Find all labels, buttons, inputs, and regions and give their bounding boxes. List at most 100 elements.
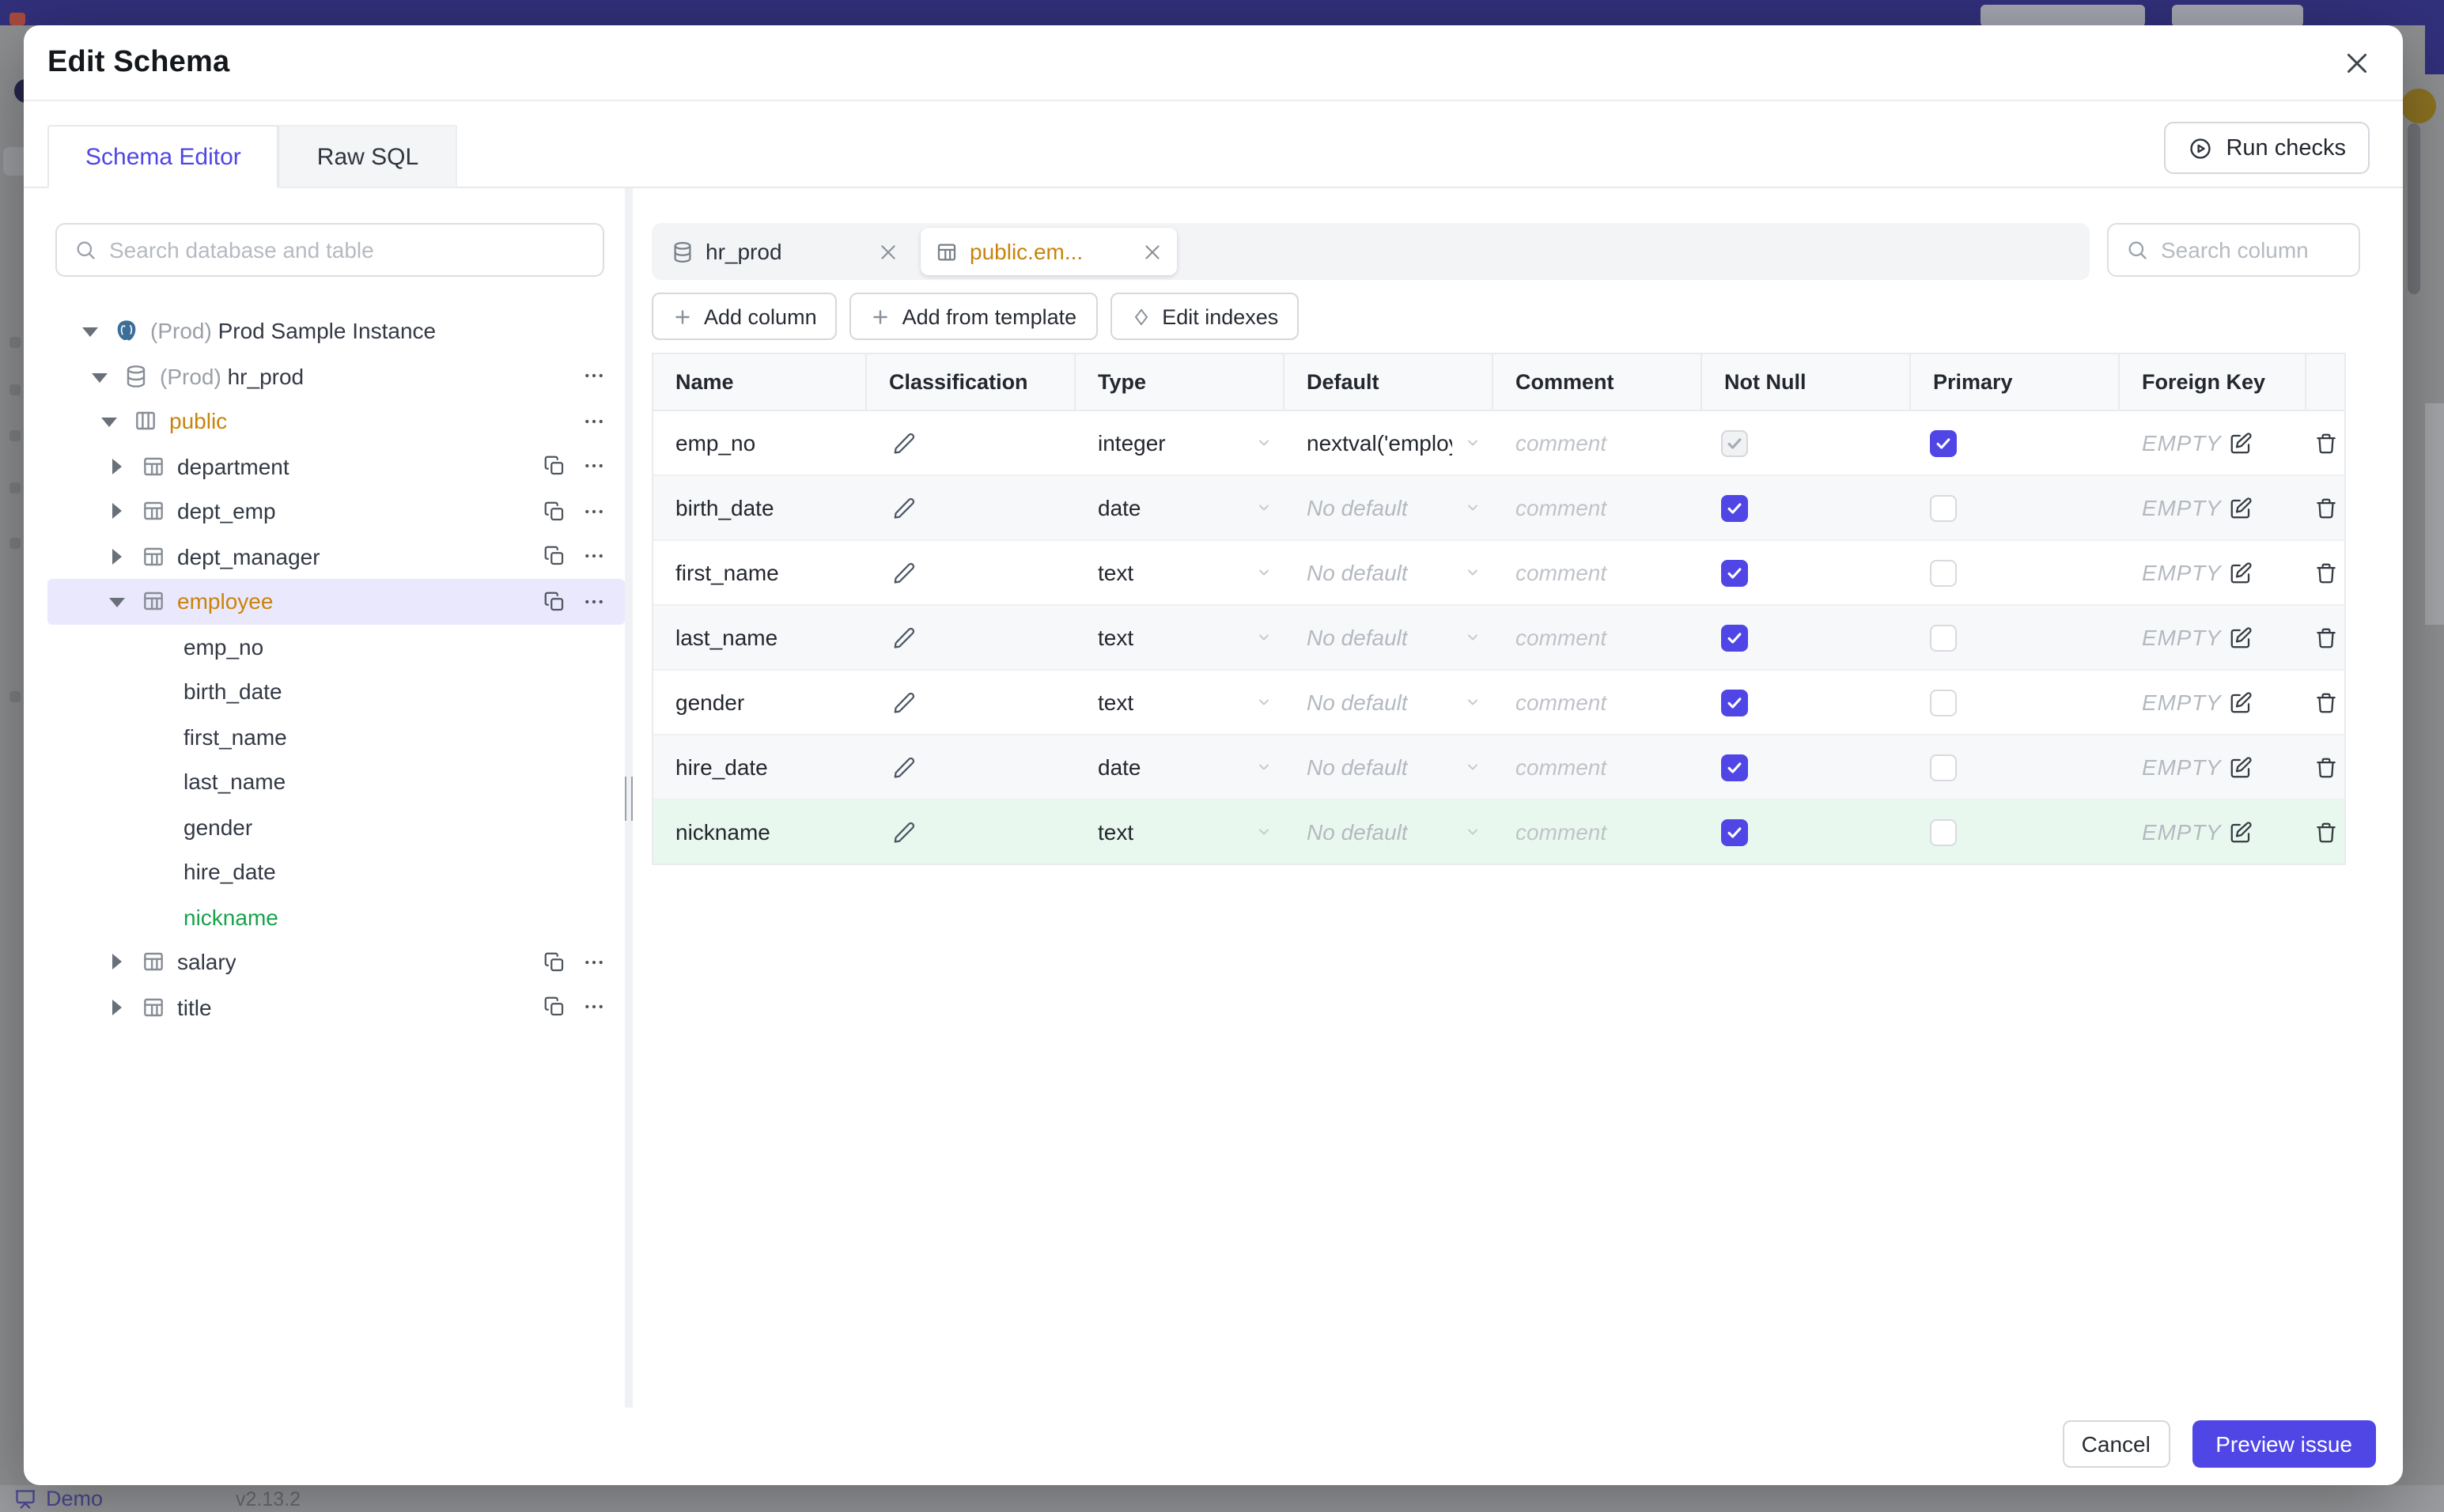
edit-indexes-button[interactable]: Edit indexes xyxy=(1110,293,1300,340)
tree-search-input[interactable] xyxy=(109,237,603,263)
tree-item-title[interactable]: title xyxy=(47,985,625,1030)
edit-foreign-key-icon[interactable] xyxy=(2229,431,2253,455)
caret-down-icon[interactable] xyxy=(101,414,117,429)
default-select[interactable]: No default xyxy=(1284,541,1493,604)
caret-down-icon[interactable] xyxy=(109,594,125,610)
delete-column-icon[interactable] xyxy=(2313,626,2337,649)
tree-item-public[interactable]: public xyxy=(47,399,625,444)
tree-item-emp_no[interactable]: emp_no xyxy=(47,624,625,669)
delete-column-icon[interactable] xyxy=(2313,755,2337,779)
tree-item-birth_date[interactable]: birth_date xyxy=(47,669,625,714)
edit-foreign-key-icon[interactable] xyxy=(2229,496,2253,520)
delete-column-icon[interactable] xyxy=(2313,820,2337,844)
tree-item-Prod Sample Instance[interactable]: (Prod) Prod Sample Instance xyxy=(47,308,625,353)
run-checks-button[interactable]: Run checks xyxy=(2164,122,2370,174)
tab-schema-editor[interactable]: Schema Editor xyxy=(47,125,279,188)
caret-right-icon[interactable] xyxy=(109,999,125,1015)
default-select[interactable]: No default xyxy=(1284,671,1493,734)
column-name-cell[interactable]: hire_date xyxy=(653,735,867,799)
tree-item-dept_emp[interactable]: dept_emp xyxy=(47,489,625,534)
pencil-icon[interactable] xyxy=(892,431,916,455)
column-name-cell[interactable]: emp_no xyxy=(653,411,867,474)
preview-issue-button[interactable]: Preview issue xyxy=(2192,1420,2376,1468)
default-select[interactable]: No default xyxy=(1284,800,1493,864)
add-from-template-button[interactable]: Add from template xyxy=(849,293,1098,340)
delete-column-icon[interactable] xyxy=(2313,431,2337,455)
column-name-cell[interactable]: last_name xyxy=(653,606,867,669)
primary-checkbox[interactable] xyxy=(1930,754,1957,781)
close-tab-icon[interactable] xyxy=(1142,241,1163,262)
more-options-icon[interactable] xyxy=(582,410,606,433)
more-options-icon[interactable] xyxy=(582,455,606,478)
pencil-icon[interactable] xyxy=(892,820,916,844)
tree-item-gender[interactable]: gender xyxy=(47,804,625,849)
pencil-icon[interactable] xyxy=(892,690,916,714)
edit-foreign-key-icon[interactable] xyxy=(2229,820,2253,844)
primary-checkbox[interactable] xyxy=(1930,429,1957,456)
more-options-icon[interactable] xyxy=(582,545,606,569)
tree-item-hr_prod[interactable]: (Prod) hr_prod xyxy=(47,353,625,399)
add-column-button[interactable]: Add column xyxy=(652,293,838,340)
more-options-icon[interactable] xyxy=(582,500,606,524)
default-select[interactable]: nextval('employ xyxy=(1284,411,1493,474)
close-tab-icon[interactable] xyxy=(878,241,899,262)
type-select[interactable]: date xyxy=(1076,735,1284,799)
delete-column-icon[interactable] xyxy=(2313,690,2337,714)
close-icon[interactable] xyxy=(2343,49,2371,77)
caret-right-icon[interactable] xyxy=(109,458,125,474)
tree-item-salary[interactable]: salary xyxy=(47,939,625,985)
edit-foreign-key-icon[interactable] xyxy=(2229,755,2253,779)
panel-resize-handle[interactable] xyxy=(625,188,633,1408)
not-null-checkbox[interactable] xyxy=(1721,754,1748,781)
tree-item-department[interactable]: department xyxy=(47,444,625,489)
default-select[interactable]: No default xyxy=(1284,735,1493,799)
pencil-icon[interactable] xyxy=(892,626,916,649)
editor-tab-public-employee[interactable]: public.em... xyxy=(921,228,1177,275)
cancel-button[interactable]: Cancel xyxy=(2062,1420,2170,1468)
delete-column-icon[interactable] xyxy=(2313,561,2337,584)
more-options-icon[interactable] xyxy=(582,996,606,1019)
comment-input[interactable]: comment xyxy=(1493,476,1702,539)
caret-right-icon[interactable] xyxy=(109,548,125,565)
primary-checkbox[interactable] xyxy=(1930,559,1957,586)
caret-down-icon[interactable] xyxy=(82,323,98,339)
caret-down-icon[interactable] xyxy=(92,369,108,384)
more-options-icon[interactable] xyxy=(582,365,606,388)
comment-input[interactable]: comment xyxy=(1493,735,1702,799)
more-options-icon[interactable] xyxy=(582,951,606,974)
column-name-cell[interactable]: first_name xyxy=(653,541,867,604)
tree-item-last_name[interactable]: last_name xyxy=(47,759,625,804)
primary-checkbox[interactable] xyxy=(1930,494,1957,521)
column-name-cell[interactable]: gender xyxy=(653,671,867,734)
type-select[interactable]: integer xyxy=(1076,411,1284,474)
duplicate-icon[interactable] xyxy=(543,951,566,974)
type-select[interactable]: text xyxy=(1076,800,1284,864)
tree-item-nickname[interactable]: nickname xyxy=(47,894,625,939)
caret-right-icon[interactable] xyxy=(109,503,125,520)
edit-foreign-key-icon[interactable] xyxy=(2229,626,2253,649)
duplicate-icon[interactable] xyxy=(543,590,566,614)
not-null-checkbox[interactable] xyxy=(1721,818,1748,845)
comment-input[interactable]: comment xyxy=(1493,671,1702,734)
primary-checkbox[interactable] xyxy=(1930,624,1957,651)
tab-raw-sql[interactable]: Raw SQL xyxy=(278,125,457,188)
column-name-cell[interactable]: birth_date xyxy=(653,476,867,539)
column-name-cell[interactable]: nickname xyxy=(653,800,867,864)
tree-item-dept_manager[interactable]: dept_manager xyxy=(47,534,625,579)
default-select[interactable]: No default xyxy=(1284,606,1493,669)
duplicate-icon[interactable] xyxy=(543,455,566,478)
duplicate-icon[interactable] xyxy=(543,545,566,569)
comment-input[interactable]: comment xyxy=(1493,541,1702,604)
tree-item-hire_date[interactable]: hire_date xyxy=(47,849,625,894)
edit-foreign-key-icon[interactable] xyxy=(2229,561,2253,584)
duplicate-icon[interactable] xyxy=(543,500,566,524)
column-search-input[interactable] xyxy=(2161,237,2403,263)
primary-checkbox[interactable] xyxy=(1930,818,1957,845)
not-null-checkbox[interactable] xyxy=(1721,689,1748,716)
type-select[interactable]: text xyxy=(1076,541,1284,604)
type-select[interactable]: text xyxy=(1076,606,1284,669)
not-null-checkbox[interactable] xyxy=(1721,624,1748,651)
tree-item-employee[interactable]: employee xyxy=(47,579,625,624)
type-select[interactable]: date xyxy=(1076,476,1284,539)
tree-item-first_name[interactable]: first_name xyxy=(47,714,625,759)
